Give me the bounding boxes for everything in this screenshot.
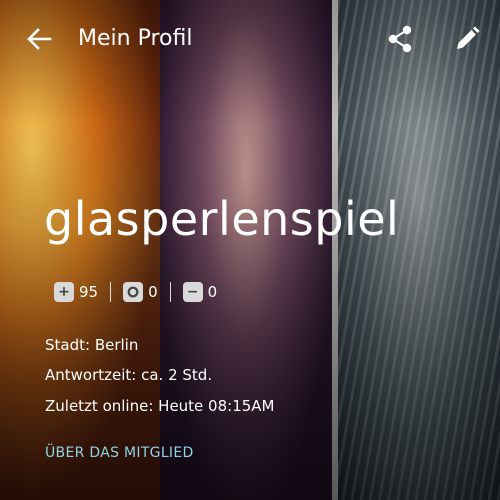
pencil-icon — [457, 26, 480, 49]
top-app-bar: Mein Profil — [0, 0, 500, 80]
minus-icon: − — [182, 282, 203, 302]
profile-last-online: Zuletzt online: Heute 08:15AM — [45, 397, 275, 415]
stat-positive-value: 95 — [79, 283, 99, 301]
stat-neutral-value: 0 — [148, 283, 158, 301]
stat-divider — [110, 282, 112, 302]
arrow-left-icon — [27, 28, 52, 50]
stat-negative: − 0 — [182, 282, 218, 302]
share-icon — [388, 25, 412, 53]
circle-speech-icon — [123, 282, 144, 302]
page-title: Mein Profil — [78, 26, 193, 51]
profile-username: glasperlenspiel — [44, 192, 400, 246]
edit-button[interactable] — [452, 24, 482, 54]
stat-negative-value: 0 — [207, 283, 218, 301]
about-member-link[interactable]: ÜBER DAS MITGLIED — [45, 445, 194, 461]
stat-divider — [169, 282, 171, 302]
stat-neutral: 0 — [123, 282, 158, 302]
plus-icon: + — [54, 282, 74, 302]
profile-response-time: Antwortzeit: ca. 2 Std. — [45, 366, 213, 384]
back-button[interactable] — [24, 24, 54, 54]
stat-positive: + 95 — [54, 282, 98, 302]
profile-stats: + 95 0 − 0 — [54, 280, 217, 304]
profile-screen: Mein Profil glasperlenspiel + 95 0 − 0 S… — [0, 0, 500, 500]
share-button[interactable] — [386, 24, 414, 54]
profile-city: Stadt: Berlin — [45, 336, 139, 354]
